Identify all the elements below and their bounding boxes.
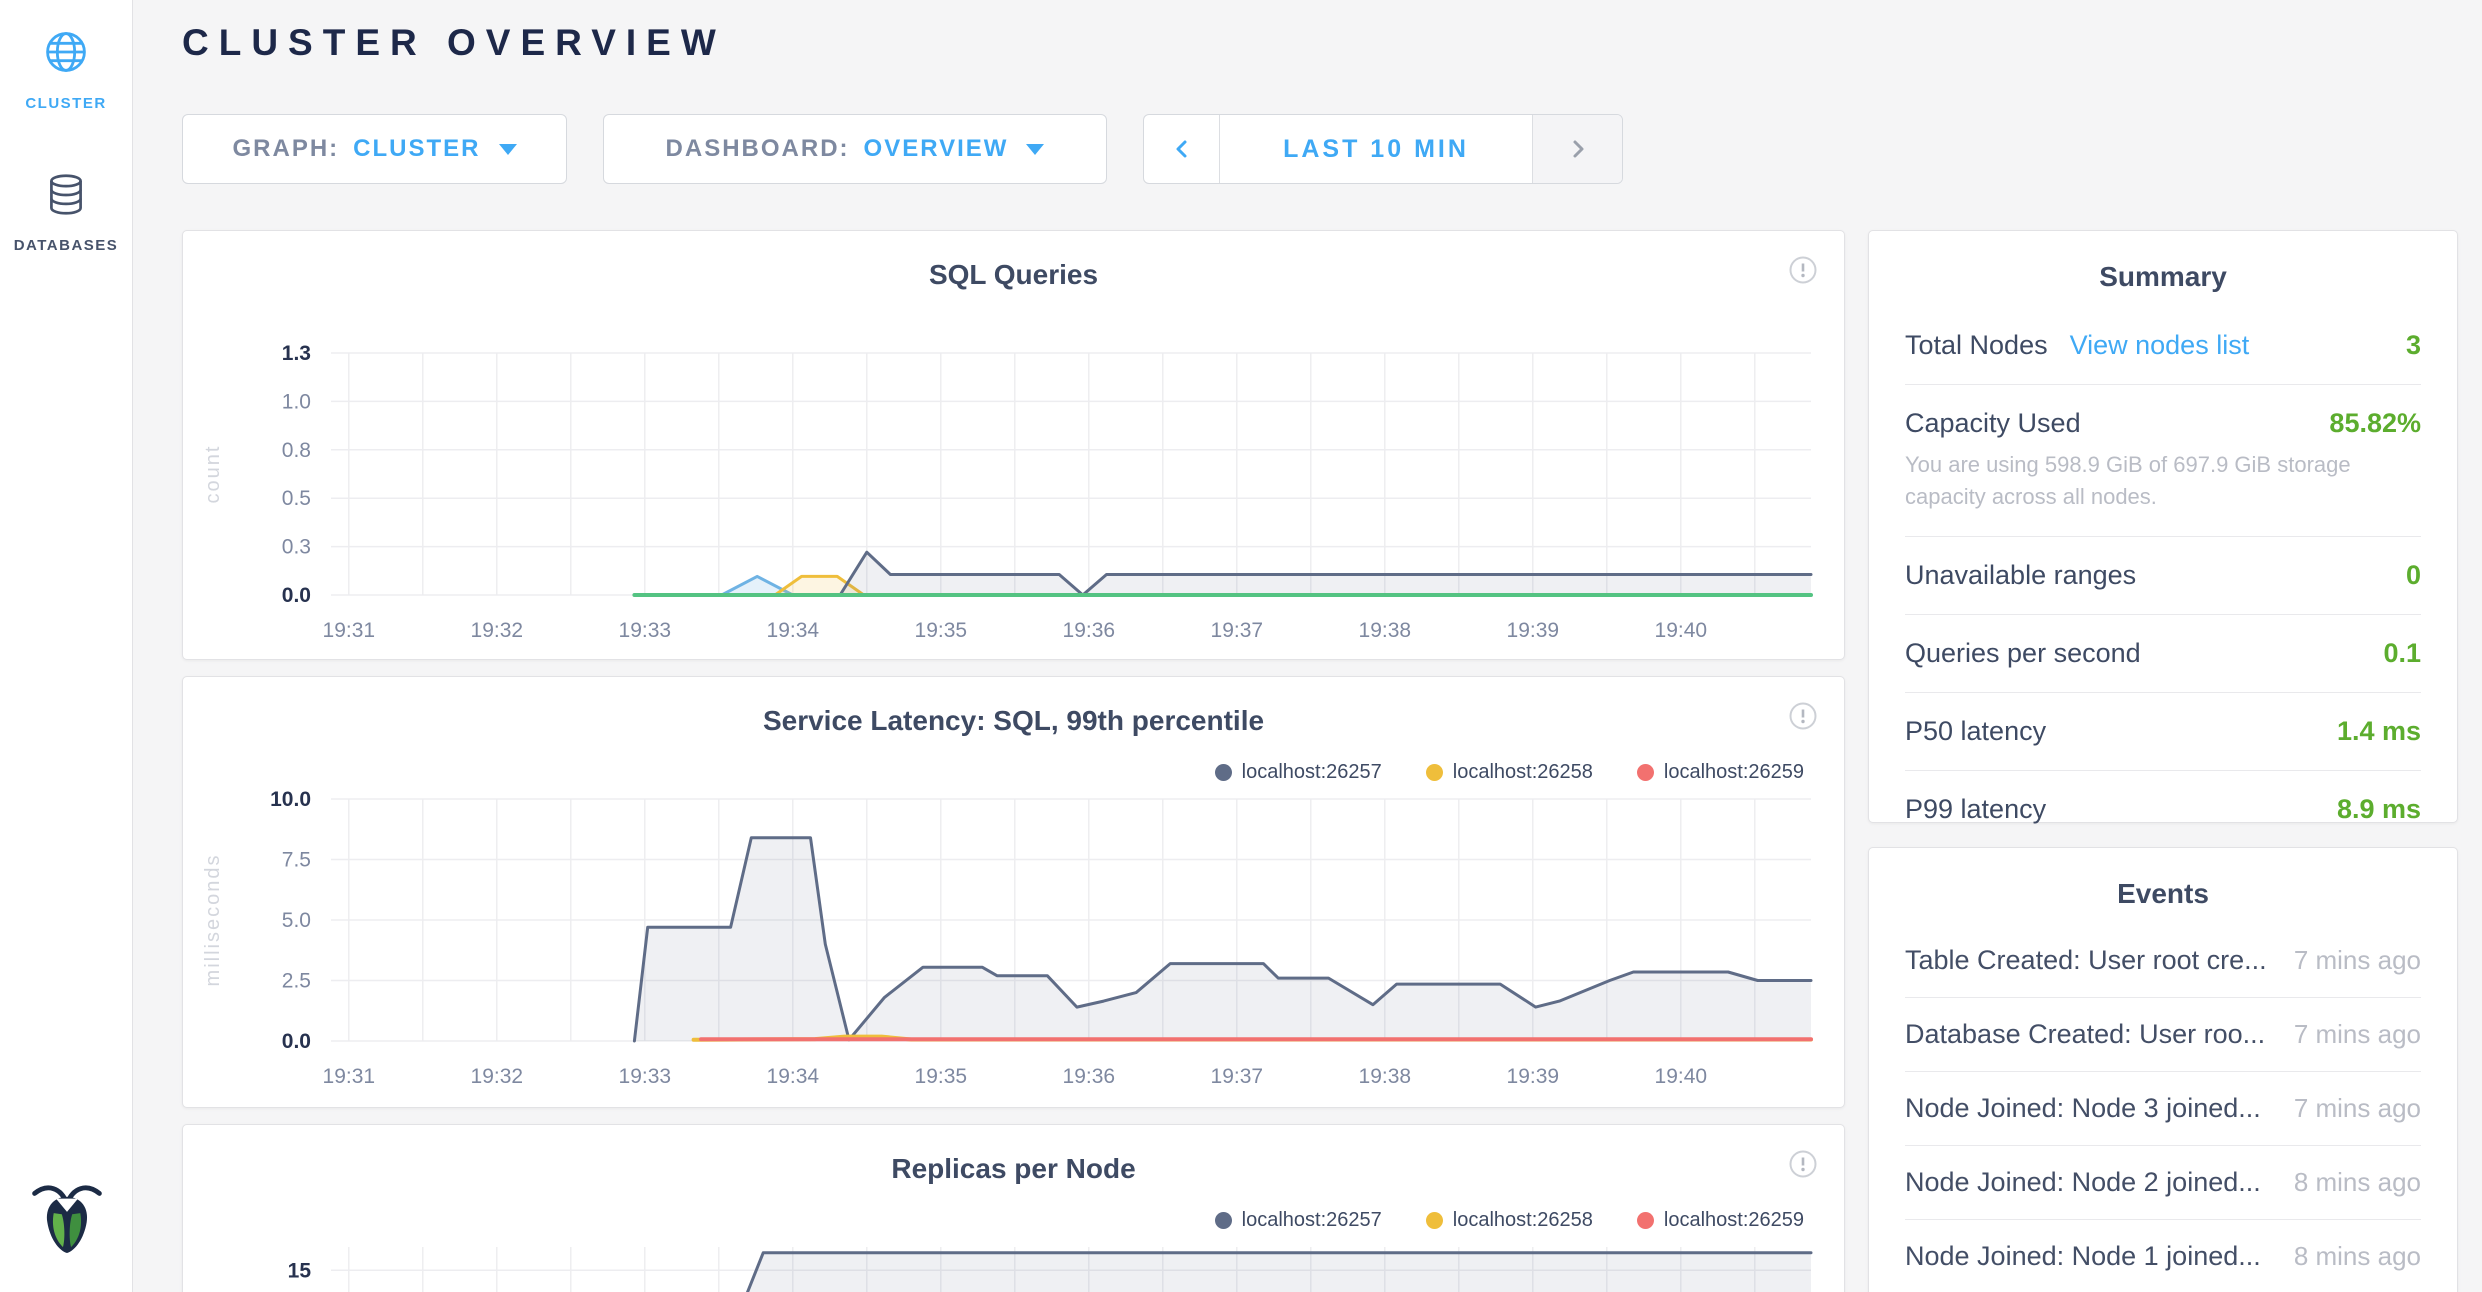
svg-text:15: 15 [288, 1259, 312, 1282]
event-row: Node Joined: Node 1 joined... 8 mins ago [1905, 1220, 2421, 1292]
events-panel: Events Table Created: User root cre... 7… [1868, 847, 2458, 1292]
svg-text:19:39: 19:39 [1507, 1065, 1560, 1088]
info-icon[interactable] [1788, 1149, 1818, 1184]
svg-text:19:35: 19:35 [915, 1065, 968, 1088]
summary-value: 0 [2406, 560, 2421, 591]
chart-title: Replicas per Node [183, 1125, 1844, 1185]
summary-panel: Summary Total Nodes View nodes list 3 Ca… [1868, 230, 2458, 823]
svg-text:0.0: 0.0 [282, 1030, 311, 1053]
sidebar-item-label: DATABASES [14, 237, 119, 254]
svg-text:19:32: 19:32 [471, 619, 524, 642]
svg-text:19:37: 19:37 [1211, 619, 1264, 642]
capacity-note: You are using 598.9 GiB of 697.9 GiB sto… [1905, 449, 2421, 513]
event-row: Node Joined: Node 3 joined... 7 mins ago [1905, 1072, 2421, 1146]
summary-value: 85.82% [2329, 408, 2421, 439]
svg-text:19:35: 19:35 [915, 619, 968, 642]
time-range-selector: LAST 10 MIN [1143, 114, 1623, 184]
replicas-per-node-card: Replicas per Node localhost:26257 localh… [182, 1124, 1845, 1292]
svg-text:19:34: 19:34 [767, 619, 820, 642]
svg-text:19:36: 19:36 [1063, 1065, 1116, 1088]
svg-text:0.8: 0.8 [282, 439, 311, 462]
svg-text:19:31: 19:31 [323, 1065, 376, 1088]
replicas-per-node-chart[interactable]: 151019:3119:3219:3319:3419:3519:3619:371… [183, 1225, 1846, 1292]
summary-value: 8.9 ms [2337, 794, 2421, 825]
summary-value: 3 [2406, 330, 2421, 361]
time-range-value[interactable]: LAST 10 MIN [1220, 115, 1532, 183]
chart-title: Service Latency: SQL, 99th percentile [183, 677, 1844, 737]
time-range-next-button[interactable] [1532, 115, 1622, 183]
svg-text:19:37: 19:37 [1211, 1065, 1264, 1088]
summary-row-p50: P50 latency 1.4 ms [1905, 693, 2421, 771]
controls-bar: GRAPH: CLUSTER DASHBOARD: OVERVIEW LAST … [182, 114, 1623, 184]
summary-row-qps: Queries per second 0.1 [1905, 615, 2421, 693]
svg-text:19:33: 19:33 [619, 619, 672, 642]
sidebar: CLUSTER DATABASES [0, 0, 133, 1292]
sidebar-item-databases[interactable]: DATABASES [0, 170, 132, 254]
svg-text:19:38: 19:38 [1359, 619, 1412, 642]
view-nodes-list-link[interactable]: View nodes list [2070, 330, 2250, 361]
chevron-right-icon [1566, 137, 1590, 161]
dashboard-dropdown[interactable]: DASHBOARD: OVERVIEW [603, 114, 1107, 184]
summary-row-capacity: Capacity Used 85.82% You are using 598.9… [1905, 385, 2421, 537]
svg-text:19:36: 19:36 [1063, 619, 1116, 642]
svg-text:19:40: 19:40 [1655, 1065, 1708, 1088]
info-icon[interactable] [1788, 701, 1818, 736]
graph-dropdown-label: GRAPH: [232, 135, 339, 163]
cluster-overview-page: CLUSTER DATABASES CLUSTER OVERVIEW GRAPH… [0, 0, 2482, 1292]
sidebar-item-cluster[interactable]: CLUSTER [0, 26, 132, 112]
database-icon [41, 170, 91, 225]
chart-title: SQL Queries [183, 231, 1844, 291]
globe-icon [40, 26, 92, 83]
svg-text:7.5: 7.5 [282, 849, 311, 872]
sql-queries-chart[interactable]: 1.3 1.0 0.8 0.5 0.3 0.0 19:31 19:32 19:33 19:34 19… [183, 331, 1846, 661]
svg-text:2.5: 2.5 [282, 970, 311, 993]
service-latency-card: Service Latency: SQL, 99th percentile lo… [182, 676, 1845, 1108]
graph-dropdown-value: CLUSTER [353, 135, 480, 163]
time-range-prev-button[interactable] [1144, 115, 1220, 183]
svg-text:19:33: 19:33 [619, 1065, 672, 1088]
summary-value: 1.4 ms [2337, 716, 2421, 747]
svg-text:19:34: 19:34 [767, 1065, 820, 1088]
svg-text:5.0: 5.0 [282, 909, 311, 932]
svg-text:1.0: 1.0 [282, 390, 311, 413]
events-title: Events [1869, 848, 2457, 924]
svg-text:1.3: 1.3 [282, 342, 311, 365]
dashboard-dropdown-label: DASHBOARD: [666, 135, 850, 163]
sql-queries-card: SQL Queries 1.3 1.0 0.8 0.5 0.3 0.0 19:31 19:32… [182, 230, 1845, 660]
svg-text:10.0: 10.0 [270, 788, 311, 811]
event-row: Table Created: User root cre... 7 mins a… [1905, 924, 2421, 998]
svg-text:0.3: 0.3 [282, 536, 311, 559]
svg-text:19:31: 19:31 [323, 619, 376, 642]
service-latency-chart[interactable]: 10.0 7.5 5.0 2.5 0.0 19:31 19:32 19:33 19:34 19:3… [183, 777, 1846, 1107]
event-row: Database Created: User roo... 7 mins ago [1905, 998, 2421, 1072]
chevron-left-icon [1170, 137, 1194, 161]
chevron-down-icon [499, 144, 517, 155]
summary-value: 0.1 [2383, 638, 2421, 669]
svg-text:0.5: 0.5 [282, 487, 311, 510]
graph-dropdown[interactable]: GRAPH: CLUSTER [182, 114, 567, 184]
cockroach-logo[interactable] [0, 1178, 133, 1262]
sidebar-item-label: CLUSTER [25, 95, 106, 112]
summary-title: Summary [1869, 231, 2457, 307]
svg-text:count: count [202, 445, 224, 504]
svg-text:19:40: 19:40 [1655, 619, 1708, 642]
svg-text:19:32: 19:32 [471, 1065, 524, 1088]
event-row: Node Joined: Node 2 joined... 8 mins ago [1905, 1146, 2421, 1220]
svg-text:0.0: 0.0 [282, 584, 311, 607]
info-icon[interactable] [1788, 255, 1818, 290]
svg-text:milliseconds: milliseconds [202, 854, 224, 987]
svg-text:19:39: 19:39 [1507, 619, 1560, 642]
svg-text:19:38: 19:38 [1359, 1065, 1412, 1088]
summary-row-unavailable-ranges: Unavailable ranges 0 [1905, 537, 2421, 615]
chevron-down-icon [1026, 144, 1044, 155]
dashboard-dropdown-value: OVERVIEW [864, 135, 1009, 163]
page-title: CLUSTER OVERVIEW [182, 22, 726, 64]
summary-row-total-nodes: Total Nodes View nodes list 3 [1905, 307, 2421, 385]
summary-row-p99: P99 latency 8.9 ms [1905, 771, 2421, 848]
